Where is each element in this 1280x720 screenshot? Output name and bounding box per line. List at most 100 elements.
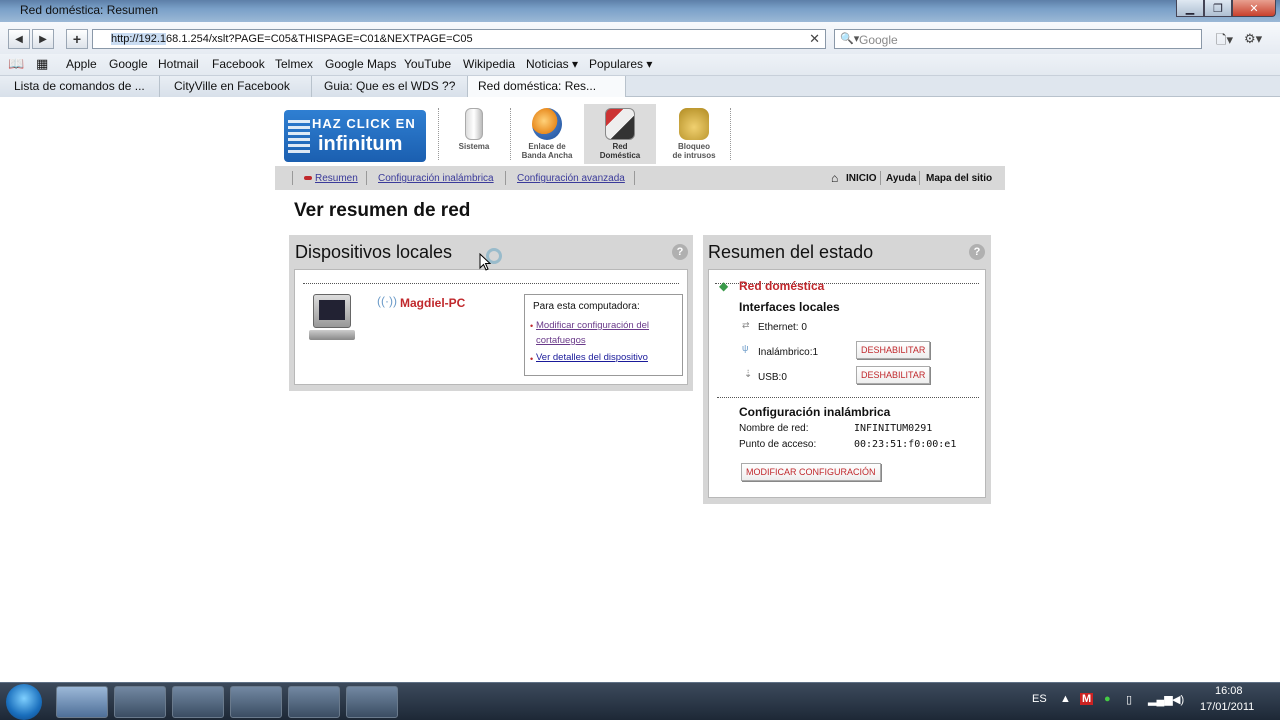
subnav-resumen[interactable]: Resumen xyxy=(315,173,358,184)
modify-config-button[interactable]: MODIFICAR CONFIGURACIÓN xyxy=(741,463,881,481)
subnav-separator xyxy=(292,171,293,185)
nav-sistema[interactable]: Sistema xyxy=(446,104,502,164)
bookmark-google[interactable]: Google xyxy=(109,57,148,71)
bookmark-apple[interactable]: Apple xyxy=(66,57,97,71)
disable-wireless-button[interactable]: DESHABILITAR xyxy=(856,341,931,359)
bookmark-telmex[interactable]: Telmex xyxy=(275,57,313,71)
new-tab-button[interactable]: + xyxy=(66,29,88,49)
tools-menu-icon[interactable]: ⚙▾ xyxy=(1244,31,1262,47)
home-network-icon xyxy=(605,108,635,140)
navigation-bar: ◀ ▶ + http://192.168.1.254/xslt?PAGE=C05… xyxy=(0,22,1280,54)
help-icon[interactable]: ? xyxy=(969,244,985,260)
mouse-pointer-icon xyxy=(479,253,491,271)
start-button[interactable] xyxy=(6,684,42,720)
local-interfaces-label: Interfaces locales xyxy=(739,300,840,314)
taskbar-explorer-icon[interactable] xyxy=(172,686,224,718)
network-name-label: Nombre de red: xyxy=(739,423,809,434)
volume-icon[interactable]: ◀) xyxy=(1172,693,1184,706)
bookmark-google-maps[interactable]: Google Maps xyxy=(325,57,396,71)
access-point-label: Punto de acceso: xyxy=(739,439,817,450)
grid-icon[interactable]: ▦ xyxy=(36,56,48,72)
subnav-config-avanzada[interactable]: Configuración avanzada xyxy=(517,173,625,184)
bookmark-wikipedia[interactable]: Wikipedia xyxy=(463,57,515,71)
bookmark-facebook[interactable]: Facebook xyxy=(212,57,265,71)
modify-firewall-link[interactable]: Modificar configuración del cortafuegos xyxy=(536,318,674,348)
usb-status: USB:0 xyxy=(758,372,787,383)
status-summary-content: ◆ Red doméstica Interfaces locales ⇄ Eth… xyxy=(708,269,986,498)
bookmarks-bar: 📖 ▦ Apple Google Hotmail Facebook Telmex… xyxy=(0,54,1280,76)
infinitum-logo[interactable]: HAZ CLICK EN infinitum xyxy=(284,110,426,162)
bookmark-populares[interactable]: Populares ▾ xyxy=(589,57,652,71)
maximize-button[interactable]: ❐ xyxy=(1204,0,1232,17)
globe-icon xyxy=(532,108,562,140)
device-icon[interactable]: ▯ xyxy=(1126,693,1132,706)
wireless-icon: ψ xyxy=(742,343,749,353)
ethernet-status: Ethernet: 0 xyxy=(758,322,807,333)
home-icon[interactable]: ⌂ xyxy=(831,171,838,185)
minimize-button[interactable]: ▁ xyxy=(1176,0,1204,17)
nav-banda-ancha-label1: Enlace de xyxy=(528,142,566,151)
logo-line1: HAZ CLICK EN xyxy=(312,116,416,131)
subnav-separator xyxy=(366,171,367,185)
language-indicator[interactable]: ES xyxy=(1032,693,1047,705)
subnav-mapa[interactable]: Mapa del sitio xyxy=(926,173,992,184)
window-title: Red doméstica: Resumen xyxy=(20,3,159,17)
lock-icon xyxy=(679,108,709,140)
subnav-ayuda[interactable]: Ayuda xyxy=(886,173,916,184)
utorrent-icon[interactable]: ● xyxy=(1104,693,1111,705)
forward-button[interactable]: ▶ xyxy=(32,29,54,49)
nav-red-domestica[interactable]: Red Doméstica xyxy=(584,104,656,164)
show-hidden-icons-icon[interactable]: ▲ xyxy=(1060,693,1071,705)
device-name[interactable]: Magdiel-PC xyxy=(400,296,465,310)
network-diamond-icon: ◆ xyxy=(719,279,729,293)
taskbar-app-icon[interactable] xyxy=(288,686,340,718)
bookmark-noticias[interactable]: Noticias ▾ xyxy=(526,57,578,71)
bullet-icon: • xyxy=(530,321,534,331)
gmail-icon[interactable]: M xyxy=(1080,693,1094,705)
nav-divider xyxy=(438,108,439,160)
clock-date[interactable]: 17/01/2011 xyxy=(1200,701,1254,713)
computer-icon[interactable] xyxy=(309,292,355,342)
taskbar-safari-icon[interactable] xyxy=(56,686,108,718)
window-titlebar: Red doméstica: Resumen ▁ ❐ ✕ xyxy=(0,0,1280,22)
ethernet-icon: ⇄ xyxy=(742,320,750,330)
tab-cityville[interactable]: CityVille en Facebook xyxy=(160,76,312,97)
usb-icon: ⇣ xyxy=(744,369,753,380)
tab-red-domestica[interactable]: Red doméstica: Res... xyxy=(468,76,626,97)
taskbar-tool-icon[interactable] xyxy=(346,686,398,718)
nav-sistema-label: Sistema xyxy=(458,142,490,151)
search-input[interactable]: 🔍▾ Google xyxy=(834,29,1202,49)
address-bar[interactable]: http://192.168.1.254/xslt?PAGE=C05&THISP… xyxy=(92,29,826,49)
bookmark-youtube[interactable]: YouTube xyxy=(404,57,451,71)
search-icon[interactable]: 🔍▾ xyxy=(840,32,859,45)
clock-time[interactable]: 16:08 xyxy=(1215,685,1243,697)
bookmarks-book-icon[interactable]: 📖 xyxy=(8,56,24,72)
tab-guia-wds[interactable]: Guia: Que es el WDS ?? xyxy=(312,76,468,97)
subnav-inicio[interactable]: INICIO xyxy=(846,173,877,184)
url-selected-text: http://192.1 xyxy=(111,33,167,45)
page-menu-icon[interactable]: 🗋▾ xyxy=(1216,31,1233,53)
logo-stripes xyxy=(288,120,310,154)
disable-usb-button[interactable]: DESHABILITAR xyxy=(856,366,931,384)
network-signal-icon[interactable]: ▂▄▆ xyxy=(1148,693,1173,706)
taskbar-messenger-icon[interactable] xyxy=(114,686,166,718)
clear-url-icon[interactable]: ✕ xyxy=(809,31,820,47)
back-button[interactable]: ◀ xyxy=(8,29,30,49)
close-button[interactable]: ✕ xyxy=(1232,0,1276,17)
device-details-link[interactable]: Ver detalles del dispositivo xyxy=(536,352,648,363)
nav-banda-ancha[interactable]: Enlace de Banda Ancha xyxy=(514,104,580,164)
subnav-separator xyxy=(634,171,635,185)
subnav-config-inalambrica[interactable]: Configuración inalámbrica xyxy=(378,173,494,184)
nav-red-domestica-label2: Doméstica xyxy=(599,151,641,160)
subnav-separator xyxy=(880,171,881,185)
bookmark-hotmail[interactable]: Hotmail xyxy=(158,57,199,71)
tab-lista-comandos[interactable]: Lista de comandos de ... xyxy=(0,76,160,97)
help-icon[interactable]: ? xyxy=(672,244,688,260)
taskbar-firefox-icon[interactable] xyxy=(230,686,282,718)
system-icon xyxy=(465,108,483,140)
nav-bloqueo-label2: de intrusos xyxy=(672,151,716,160)
nav-bloqueo[interactable]: Bloqueo de intrusos xyxy=(660,104,728,164)
local-devices-content: ((·)) Magdiel-PC Para esta computadora: … xyxy=(294,269,688,385)
nav-red-domestica-label1: Red xyxy=(612,142,628,151)
page-title: Ver resumen de red xyxy=(294,200,471,221)
